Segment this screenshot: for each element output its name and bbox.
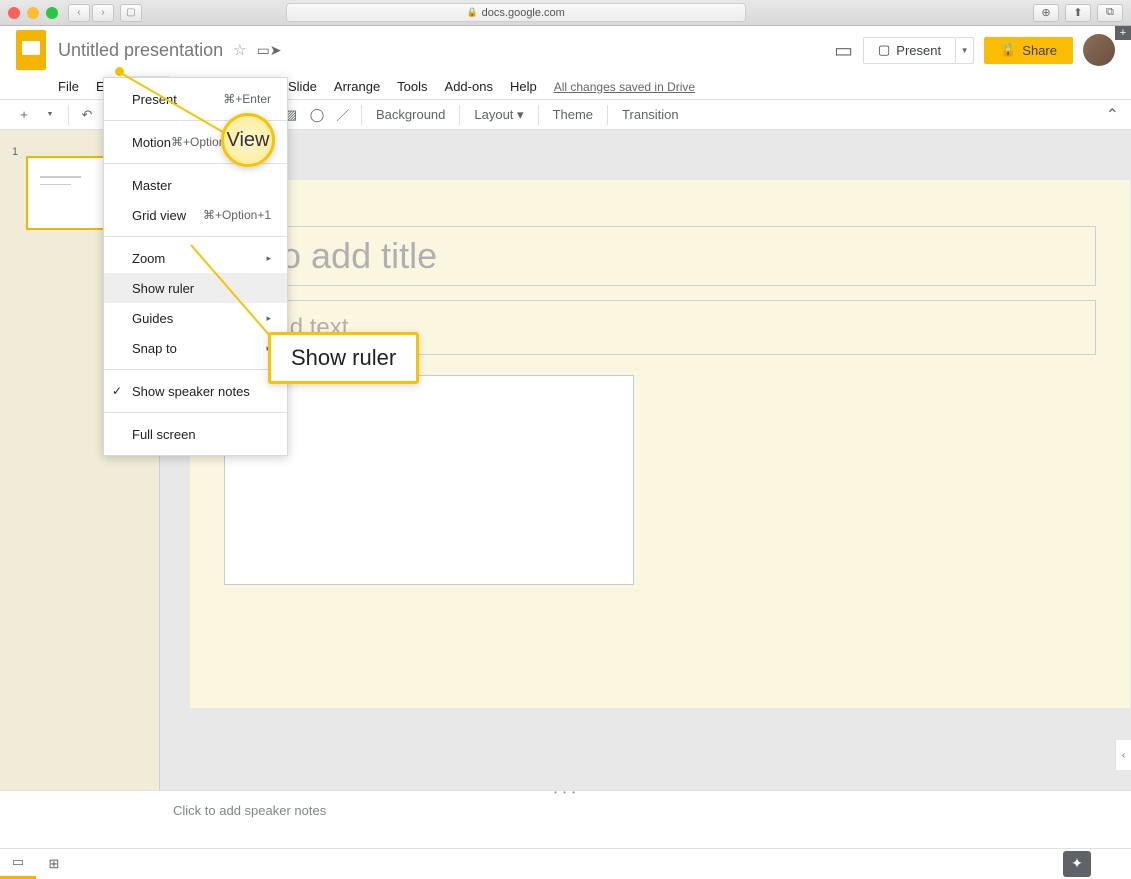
title-block: Untitled presentation ☆ ▭➤ [58,40,282,61]
canvas[interactable]: k to add title o add text [160,130,1131,790]
separator [104,236,287,237]
app-header: Untitled presentation ☆ ▭➤ ▭ ▢ Present ▼… [0,26,1131,74]
share-safari-button[interactable]: ⬆ [1065,4,1091,22]
menu-arrange[interactable]: Arrange [326,76,388,97]
move-icon[interactable]: ▭➤ [257,42,282,59]
hide-menus-button[interactable]: ⌃ [1106,105,1119,125]
lock-icon: 🔒 [1000,42,1016,58]
dd-full-screen[interactable]: Full screen [104,419,287,449]
show-ruler-callout: Show ruler [268,332,419,384]
avatar[interactable] [1083,34,1115,66]
background-button[interactable]: Background [368,107,453,122]
show-ruler-callout-box: Show ruler [268,332,419,384]
menu-file[interactable]: File [50,76,87,97]
present-label: Present [896,43,941,58]
tabs-button[interactable]: ⧉ [1097,4,1123,22]
url-bar[interactable]: 🔒 docs.google.com [286,3,746,22]
shape-button[interactable]: ◯ [305,103,329,127]
speaker-notes[interactable]: • • • Click to add speaker notes [0,790,1131,848]
undo-button[interactable]: ↶ [75,103,99,127]
menu-tools[interactable]: Tools [389,76,435,97]
layout-button[interactable]: Layout ▾ [466,107,531,123]
window-chrome: ‹ › ▢ 🔒 docs.google.com ⊕ ⬆ ⧉ [0,0,1131,26]
dd-motion-label: Motion [132,135,171,150]
transition-button[interactable]: Transition [614,107,687,122]
dd-zoom-label: Zoom [132,251,165,266]
dd-zoom[interactable]: Zoom ▸ [104,243,287,273]
dd-show-ruler-label: Show ruler [132,281,194,296]
title-placeholder[interactable]: k to add title [224,226,1096,286]
lock-icon: 🔒 [466,7,477,18]
menu-help[interactable]: Help [502,76,545,97]
header-right: ▭ ▢ Present ▼ 🔒 Share [834,34,1115,66]
resize-handle[interactable]: • • • [554,788,577,797]
dd-speaker-notes[interactable]: ✓ Show speaker notes [104,376,287,406]
forward-button[interactable]: › [92,4,114,22]
dd-guides[interactable]: Guides ▸ [104,303,287,333]
thumb-number: 1 [12,146,18,158]
separator [607,105,608,125]
dd-grid-view-shortcut: ⌘+Option+1 [203,208,271,222]
view-callout: View [221,113,275,167]
speaker-notes-placeholder: Click to add speaker notes [173,803,326,818]
dd-speaker-notes-label: Show speaker notes [132,384,250,399]
dd-full-screen-label: Full screen [132,427,196,442]
dd-master-label: Master [132,178,172,193]
present-icon: ▢ [878,42,890,58]
sidebar-button[interactable]: ▢ [120,4,142,22]
back-button[interactable]: ‹ [68,4,90,22]
dd-present-shortcut: ⌘+Enter [223,92,271,106]
dd-snap-to-label: Snap to [132,341,177,356]
drive-status[interactable]: All changes saved in Drive [554,80,695,94]
dd-guides-label: Guides [132,311,173,326]
download-button[interactable]: ⊕ [1033,4,1059,22]
bottom-bar: ▭ ⊞ ✦ [0,848,1131,878]
dd-present[interactable]: Present ⌘+Enter [104,84,287,114]
new-slide-dropdown[interactable]: ▼ [38,103,62,127]
slides-icon[interactable] [16,30,46,70]
slide[interactable]: k to add title o add text [190,180,1130,708]
submenu-arrow-icon: ▸ [266,253,271,264]
menu-addons[interactable]: Add-ons [437,76,501,97]
present-dropdown[interactable]: ▼ [956,37,974,64]
new-slide-button[interactable]: + [12,103,36,127]
dd-show-ruler[interactable]: Show ruler [104,273,287,303]
dd-snap-to[interactable]: Snap to ▸ [104,333,287,363]
dd-grid-view-label: Grid view [132,208,186,223]
view-callout-bubble: View [221,113,275,167]
separator [459,105,460,125]
show-ruler-callout-text: Show ruler [291,345,396,370]
url-text: docs.google.com [482,7,565,19]
traffic-lights [8,7,58,19]
present-button[interactable]: ▢ Present [863,37,956,64]
separator [68,105,69,125]
line-button[interactable]: ／ [331,103,355,127]
share-label: Share [1022,43,1057,58]
dd-master[interactable]: Master [104,170,287,200]
minimize-window-button[interactable] [27,7,39,19]
chrome-right: ⊕ ⬆ ⧉ [1033,4,1123,22]
separator [104,412,287,413]
hide-sidebar-button[interactable]: ‹ [1115,740,1131,770]
doc-title[interactable]: Untitled presentation [58,40,223,61]
separator [361,105,362,125]
comments-icon[interactable]: ▭ [834,38,853,63]
maximize-window-button[interactable] [46,7,58,19]
new-tab-button[interactable]: + [1115,26,1131,40]
browser-nav: ‹ › [68,4,114,22]
filmstrip-view-tab[interactable]: ▭ [0,849,36,879]
submenu-arrow-icon: ▸ [266,313,271,324]
star-icon[interactable]: ☆ [233,41,246,59]
dd-grid-view[interactable]: Grid view ⌘+Option+1 [104,200,287,230]
explore-button[interactable]: ✦ [1063,851,1091,877]
close-window-button[interactable] [8,7,20,19]
view-callout-text: View [227,129,270,152]
grid-view-tab[interactable]: ⊞ [36,849,72,879]
share-button[interactable]: 🔒 Share [984,37,1073,64]
separator [104,369,287,370]
separator [538,105,539,125]
theme-button[interactable]: Theme [545,107,601,122]
check-icon: ✓ [112,384,122,398]
